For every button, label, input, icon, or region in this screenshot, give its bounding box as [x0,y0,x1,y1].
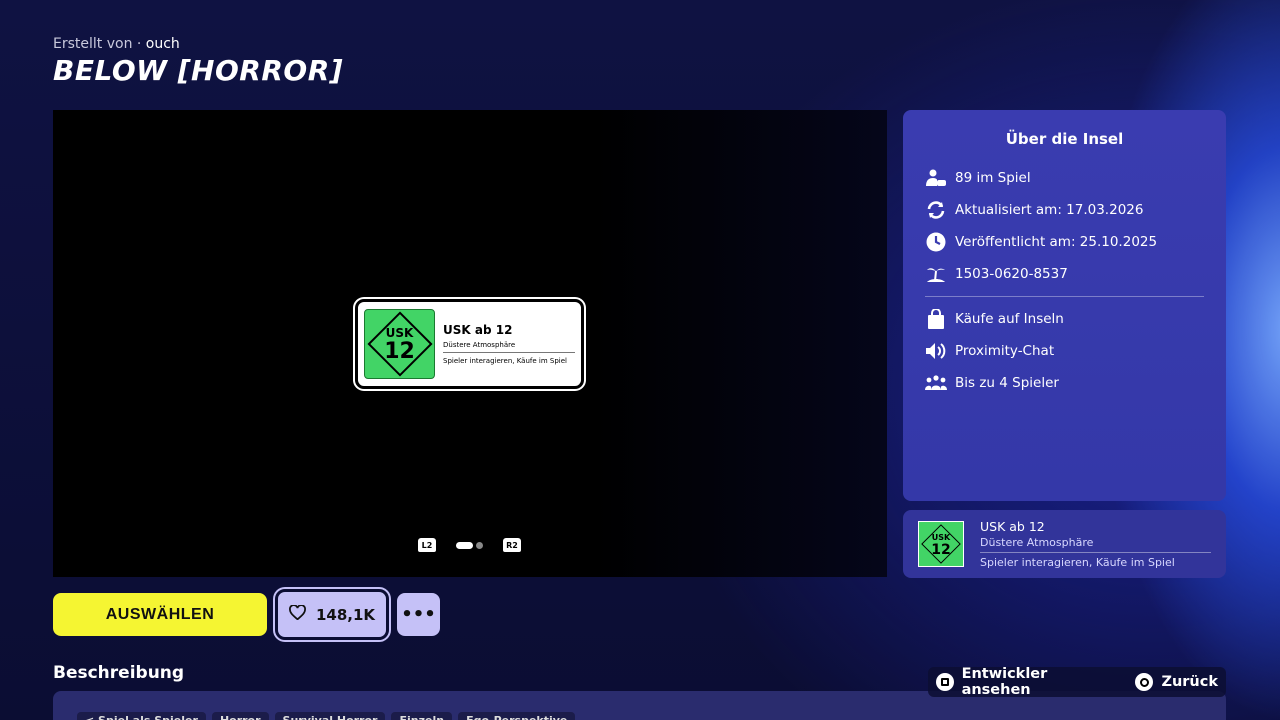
usk-features: Spieler interagieren, Käufe im Spiel [980,556,1175,569]
tag[interactable]: < Spiel als Spieler [77,712,206,720]
usk-descriptor: Düstere Atmosphäre [443,341,575,353]
age-rating-panel: USK 12 USK ab 12 Düstere Atmosphäre Spie… [903,510,1226,578]
info-row-purchases: Käufe auf Inseln [925,303,1204,335]
tag[interactable]: Einzeln [391,712,453,720]
r2-trigger-icon[interactable]: R2 [503,538,521,552]
refresh-icon [925,200,947,220]
back-hint[interactable]: Zurück [1135,673,1218,691]
hint-label: Zurück [1161,674,1218,690]
shopping-bag-icon [925,309,947,329]
players-icon [925,169,947,187]
info-text: Bis zu 4 Spieler [955,375,1059,391]
media-preview[interactable]: USK 12 USK ab 12 Düstere Atmosphäre Spie… [53,110,887,577]
info-row-island-code: 1503-0620-8537 [925,258,1204,290]
info-text: Aktualisiert am: 17.03.2026 [955,202,1144,218]
square-button-icon [936,673,954,691]
usk-number: 12 [384,339,415,364]
info-row-updated: Aktualisiert am: 17.03.2026 [925,194,1204,226]
island-title: BELOW [HORROR] [53,54,344,87]
creator-prefix: Erstellt von · [53,36,142,52]
usk-badge-icon: USK 12 [364,309,435,379]
usk-rating-card: USK 12 USK ab 12 Düstere Atmosphäre Spie… [355,299,584,389]
info-row-max-players: Bis zu 4 Spieler [925,367,1204,399]
tag[interactable]: Horror [211,712,269,720]
usk-label: USK [385,326,414,340]
clock-icon [925,232,947,252]
creator-name[interactable]: ouch [146,36,180,52]
island-icon [925,265,947,283]
usk-badge-icon: USK 12 [918,521,964,567]
speaker-icon [925,342,947,360]
info-title: Über die Insel [1005,130,1124,148]
usk-rating-text: USK ab 12 [443,323,513,337]
info-text: Käufe auf Inseln [955,311,1064,327]
more-options-button[interactable]: ••• [397,593,440,636]
pager-dot[interactable] [476,541,483,549]
info-row-players: 89 im Spiel [925,162,1204,194]
group-icon [925,375,947,391]
view-developer-hint[interactable]: Entwickler ansehen [936,666,1117,698]
tag[interactable]: Survival Horror [274,712,386,720]
l2-trigger-icon[interactable]: L2 [418,538,436,552]
usk-rating-text: USK ab 12 [980,519,1045,534]
controller-hints: Entwickler ansehen Zurück [928,666,1226,698]
circle-button-icon [1135,673,1154,691]
description-heading: Beschreibung [53,663,185,683]
usk-label: USK [931,533,951,542]
island-info-panel: Über die Insel 89 im Spiel Aktualisiert … [903,110,1226,501]
creator-line: Erstellt von · ouch [53,36,180,52]
info-row-voice-chat: Proximity-Chat [925,335,1204,367]
info-text: Proximity-Chat [955,343,1055,359]
pager-dot-active[interactable] [456,541,473,549]
tag-list: < Spiel als Spieler Horror Survival Horr… [77,712,576,720]
like-count: 148,1K [315,605,376,624]
heart-icon [289,604,306,624]
like-button[interactable]: 148,1K [275,589,389,640]
usk-features: Spieler interagieren, Käufe im Spiel [443,357,567,365]
info-text: 1503-0620-8537 [955,266,1068,282]
media-pager: L2 R2 [418,538,521,552]
info-text: Veröffentlicht am: 25.10.2025 [955,234,1158,250]
info-text: 89 im Spiel [955,170,1031,186]
info-divider [925,296,1204,297]
select-button[interactable]: AUSWÄHLEN [53,593,267,636]
pager-dots [456,541,483,549]
hint-label: Entwickler ansehen [961,666,1048,698]
action-bar: AUSWÄHLEN 148,1K ••• [53,589,440,640]
usk-descriptor: Düstere Atmosphäre [980,536,1211,553]
info-row-published: Veröffentlicht am: 25.10.2025 [925,226,1204,258]
tag[interactable]: Ego-Perspektive [458,712,576,720]
usk-number: 12 [931,542,951,558]
